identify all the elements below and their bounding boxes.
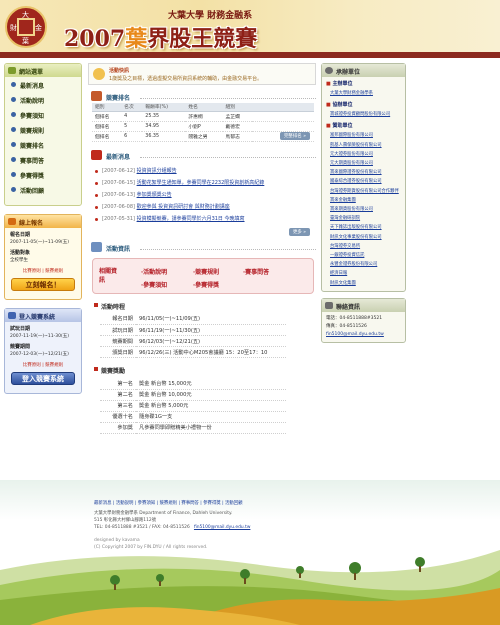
menu-item-notice[interactable]: 參賽須知 (11, 111, 75, 126)
sponsor-link[interactable]: 台灣證券交易所 (322, 242, 405, 251)
link-awards[interactable]: ‧參賽得獎 (193, 280, 219, 289)
sponsor-link[interactable]: 大葉大學財務金融學系 (322, 89, 405, 98)
page-title: 2007葉界股王競賽 (64, 26, 258, 52)
sponsor-link[interactable]: 永豐金證券股份有限公司 (322, 260, 405, 269)
related-info-box: 相關資訊 ‧活動說明 ‧競賽規則 ‧賽事問答 ‧參賽須知 ‧參賽得獎 (92, 257, 314, 294)
list-item[interactable]: [2007-06-15] 活動花絮學生通知單，參賽同學在2232限投資創新高紀錄 (94, 180, 314, 187)
info-icon (91, 241, 102, 252)
page: 大 財 金 葉 大葉大學 財務金融系 2007葉界股王競賽 網站選單 最新消息 … (0, 0, 500, 625)
main-content: 活動快訊 1歲獎及之目標，透過虛擬交易所資訊系統的輔助，由金融交易平台。 競賽排… (88, 63, 316, 434)
login-icon (8, 312, 16, 319)
login-box: 登入競賽系統 試玩日期 2007-11-19(一)~11-30(五) 競賽期間 … (4, 308, 82, 394)
login-rules-links[interactable]: 比賽原則 | 競賽規則 (10, 362, 76, 369)
login-system-button[interactable]: 登入競賽系統 (11, 372, 75, 385)
menu-item-news[interactable]: 最新消息 (11, 81, 75, 96)
list-item[interactable]: [2007-05-31] 投資模擬競賽，請參賽同學於六月31日 今晚填寫 (94, 216, 314, 223)
sponsor-link[interactable]: 財訊文化事業股份有限公司 (322, 233, 405, 242)
table-row: 第一名 獎金 新台幣 15,000元 (100, 378, 286, 390)
list-item[interactable]: [2007-06-08] 歡迎參與 投資資訊研討會 與財務計劃講座 (94, 204, 314, 211)
ranking-table: 組別名次報酬率(%)姓名組別名次 個排名425.35許惠桐孟芷嫻 個排名534.… (92, 103, 314, 142)
menu-item-ranking[interactable]: 競賽排名 (11, 141, 75, 156)
news-header: 最新消息 (88, 148, 316, 162)
footer-email-link[interactable]: fin5100@mail.dyu.edu.tw (194, 525, 250, 530)
table-row: 優選十名 隨身碟1G一支 (100, 411, 286, 423)
ranking-header: 競賽排名 (88, 89, 316, 103)
sponsor-link[interactable]: 經濟日報 (322, 269, 405, 278)
sponsor-link[interactable]: 寶來金融集團 (322, 196, 405, 205)
menu-list: 最新消息 活動說明 參賽須知 競賽規則 競賽排名 賽事問答 參賽得獎 活動回顧 (5, 77, 81, 205)
sponsor-link[interactable]: 財訊文化集團 (322, 279, 405, 288)
news-flash: 活動快訊 1歲獎及之目標，透過虛擬交易所資訊系統的輔助，由金融交易平台。 (88, 63, 316, 85)
organizer-icon (325, 67, 333, 74)
menu-item-qa[interactable]: 賽事問答 (11, 156, 75, 171)
prize-table: 第一名 獎金 新台幣 15,000元 第二名 獎金 新台幣 10,000元 第三名獎… (100, 378, 286, 434)
sponsor-link[interactable]: 寶來國際證券股份有限公司 (322, 168, 405, 177)
organizers-box: 承辦單位 主辦單位 大葉大學財務金融學系 協辦單位 寶城證券投資顧問股份有限公司… (321, 63, 406, 292)
table-row: 試玩日期 96/11/19(一)~11/30(五) (100, 324, 286, 336)
sponsor-link[interactable]: 元大證券股份有限公司 (322, 150, 405, 159)
table-row: 個排名 5 34.95 小劉P 戴德宏 (92, 121, 314, 132)
footer-links[interactable]: 最新消息 | 活動說明 | 參賽須知 | 競賽規則 | 賽事問答 | 參賽得獎 … (94, 500, 314, 507)
contact-phone: 電話：04-8511888#3521 (326, 315, 383, 321)
ranking-more-button[interactable]: 完整排名 » (279, 132, 310, 140)
prize-title: 競賽獎勵 (94, 366, 316, 375)
schedule-table: 報名日期 96/11/05(一)~11/09(五) 試玩日期 96/11/19(一)… (100, 313, 286, 358)
hills-illustration (0, 550, 500, 625)
phone-icon (325, 301, 333, 309)
contact-box: 聯絡資訊 電話：04-8511888#3521 傳真：04-8511526 fi… (321, 297, 406, 343)
sponsor-link[interactable]: 台灣證券期貨股份有限公司合作夥伴 (322, 187, 405, 196)
schedule-title: 活動時程 (94, 302, 316, 311)
sponsor-link[interactable]: 天下雜誌出版股份有限公司 (322, 223, 405, 232)
table-row: 報名日期 96/11/05(一)~11/09(五) (100, 313, 286, 325)
header: 大 財 金 葉 大葉大學 財務金融系 2007葉界股王競賽 (0, 0, 500, 58)
sponsor-link[interactable]: 一銀證券投資信託 (322, 251, 405, 260)
left-sidebar: 網站選單 最新消息 活動說明 參賽須知 競賽規則 競賽排名 賽事問答 參賽得獎 … (4, 63, 82, 402)
menu-item-activity[interactable]: 活動說明 (11, 96, 75, 111)
activity-header: 活動資訊 (88, 240, 316, 254)
table-row: 第二名 獎金 新台幣 10,000元 (100, 389, 286, 401)
list-item[interactable]: [2007-06-13] 參加獎頒獎公告 (94, 192, 314, 199)
sponsor-link[interactable]: 凱基人壽保險股份有限公司 (322, 141, 405, 150)
sponsor-link[interactable]: 富邦國際股份有限公司 (322, 131, 405, 140)
sponsor-link[interactable]: 寶城證券投資顧問股份有限公司 (322, 110, 405, 119)
trophy-icon (91, 91, 102, 101)
news-icon (91, 149, 102, 160)
sponsor-link[interactable]: 臺灣金融研訓院 (322, 214, 405, 223)
menu-item-review[interactable]: 活動回顧 (11, 186, 75, 201)
link-activity[interactable]: ‧活動說明 (141, 267, 167, 276)
contact-email-link[interactable]: fin5100@mail.dyu.edu.tw (326, 332, 384, 337)
news-list: [2007-06-12] 投資資訊分組報告 [2007-06-15] 活動花絮學… (94, 168, 314, 223)
link-qa[interactable]: ‧賽事問答 (243, 267, 269, 276)
news-more-button[interactable]: 更多 » (288, 227, 310, 236)
school-name: 大葉大學 財務金融系 (168, 11, 253, 21)
contact-fax: 傳真：04-8511526 (326, 323, 367, 329)
school-logo: 大 財 金 葉 (5, 6, 47, 48)
signup-rules-links[interactable]: 比賽原則 | 競賽規則 (10, 268, 76, 275)
list-item[interactable]: [2007-06-12] 投資資訊分組報告 (94, 168, 314, 175)
menu-item-rules[interactable]: 競賽規則 (11, 126, 75, 141)
right-sidebar: 承辦單位 主辦單位 大葉大學財務金融學系 協辦單位 寶城證券投資顧問股份有限公司… (321, 63, 406, 343)
menu-item-awards[interactable]: 參賽得獎 (11, 171, 75, 186)
table-row: 第三名 獎金 新台幣 5,000元 (100, 400, 286, 412)
table-row: 競賽期間 96/12/03(一)~12/21(五) (100, 335, 286, 347)
site-menu: 網站選單 最新消息 活動說明 參賽須知 競賽規則 競賽排名 賽事問答 參賽得獎 … (4, 63, 82, 206)
sponsor-link[interactable]: 寶來期貨股份有限公司 (322, 205, 405, 214)
sponsor-link[interactable]: 國泰綜合證券股份有限公司 (322, 177, 405, 186)
table-row: 頒獎日期 96/12/26(三) 活動中心M205會議廳 15：20至17：10 (100, 346, 286, 358)
table-row: 個排名 4 25.35 許惠桐 孟芷嫻 (92, 111, 314, 122)
table-row: 參加獎 凡參賽同學即贈精美小禮物一份 (100, 422, 286, 434)
table-row: 個排名 6 36.35 閻雅之男 馬郁志 完整排名 » (92, 131, 314, 142)
link-rules[interactable]: ‧競賽規則 (193, 267, 219, 276)
link-notice[interactable]: ‧參賽須知 (141, 280, 167, 289)
menu-icon (8, 67, 16, 74)
megaphone-icon (93, 68, 105, 80)
sponsor-link[interactable]: 元大期貨股份有限公司 (322, 159, 405, 168)
pencil-icon (8, 218, 16, 225)
signup-box: 線上報名 報名日期 2007-11-05(一)~11-09(五) 活動對象 全校… (4, 214, 82, 300)
signup-button[interactable]: 立刻報名！ (11, 278, 75, 291)
